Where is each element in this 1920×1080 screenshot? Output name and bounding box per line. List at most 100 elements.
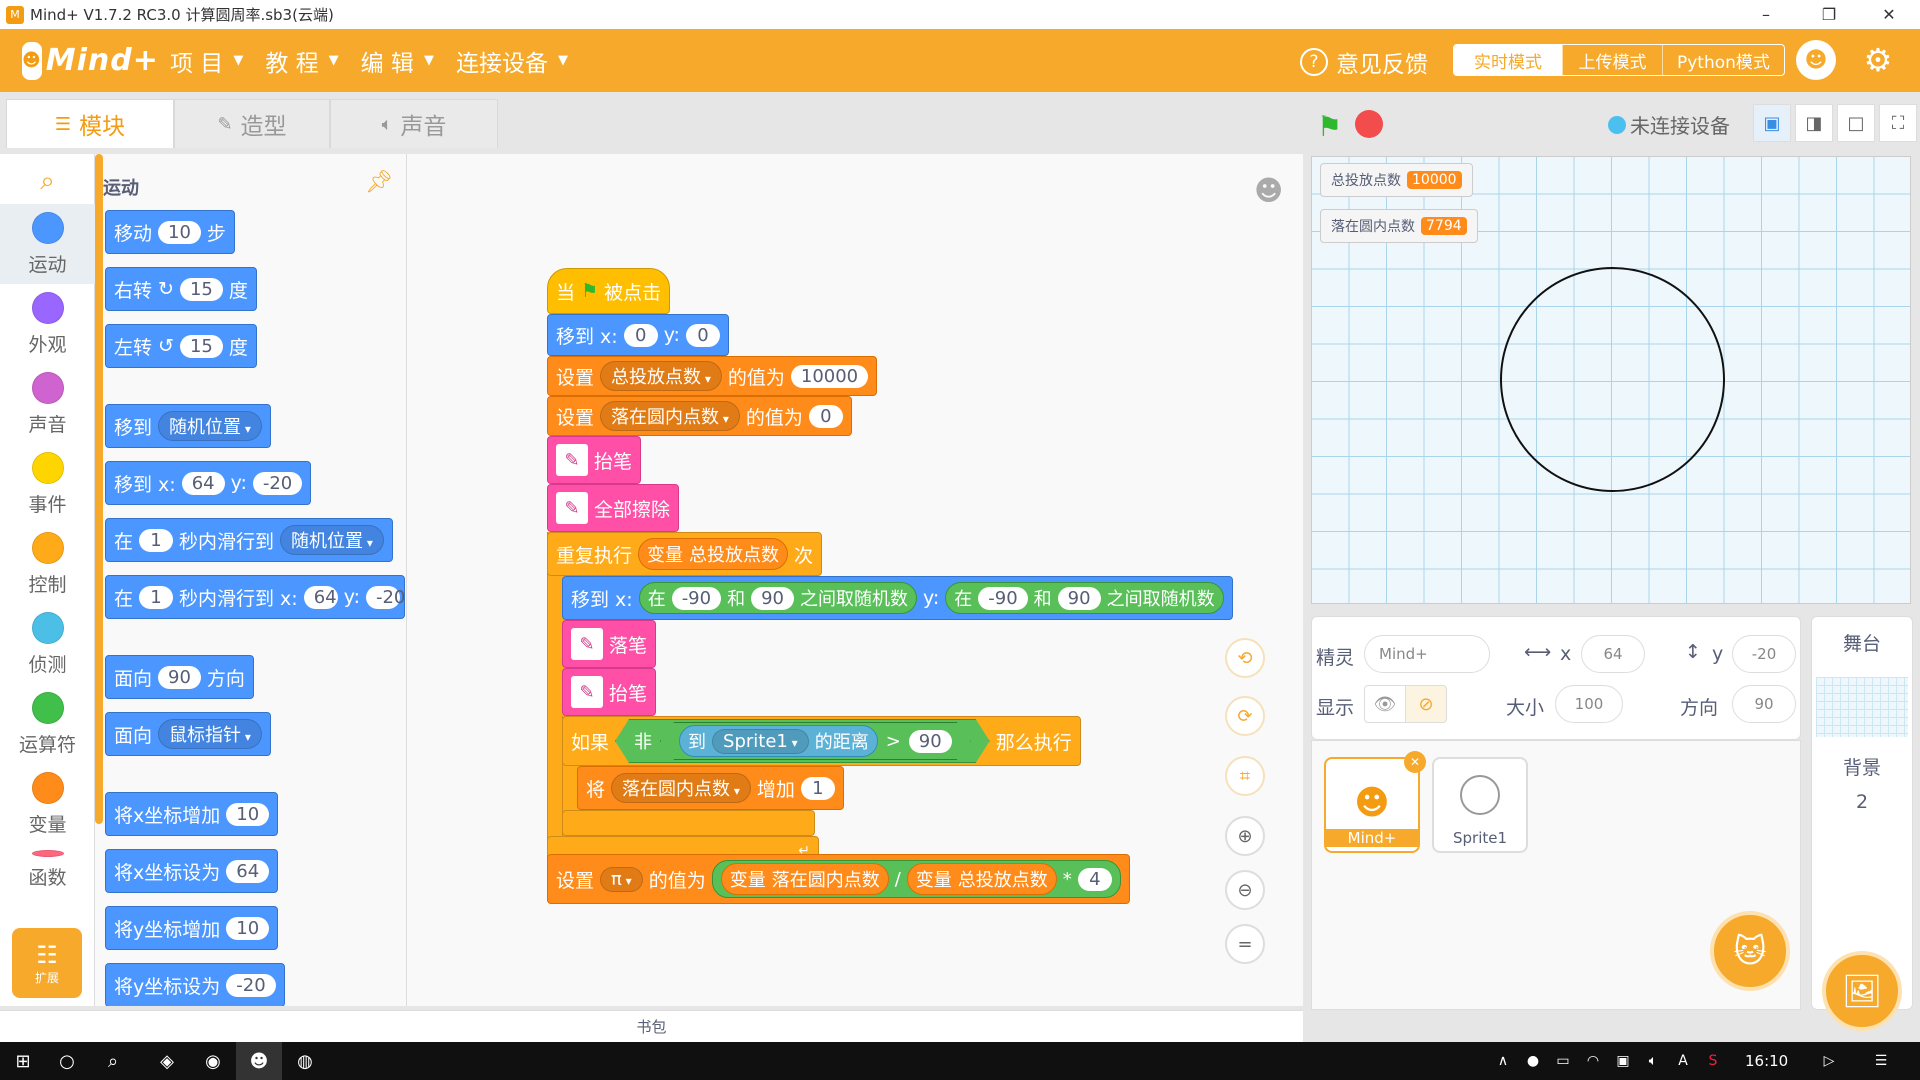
show-eye-icon[interactable]: 👁︎ xyxy=(1364,685,1406,723)
category-variables[interactable]: 变量 xyxy=(0,764,95,844)
category-dot xyxy=(31,531,64,564)
block-change-x[interactable]: 将x坐标增加 10 xyxy=(105,792,279,836)
add-backdrop-icon[interactable]: 🖼︎ xyxy=(1822,951,1902,1031)
delete-icon[interactable]: ✕ xyxy=(1404,751,1426,773)
block-if[interactable]: 如果非到Sprite1的距离>90那么执行 xyxy=(562,716,1081,766)
block-pen-up[interactable]: ✎ 抬笔 xyxy=(547,436,642,484)
show-desktop-icon[interactable]: ▷ xyxy=(1806,1042,1852,1080)
user-avatar[interactable]: ☻ xyxy=(1796,40,1836,80)
block-point-direction[interactable]: 面向 90 方向 xyxy=(105,655,254,699)
small-stage-layout-icon[interactable]: ▣ xyxy=(1753,104,1791,142)
stage-canvas[interactable]: 总投放点数 10000 落在圆内点数 7794 xyxy=(1311,156,1911,604)
fullscreen-icon[interactable]: ⛶ xyxy=(1879,104,1917,142)
search-icon[interactable]: ⌕ xyxy=(90,1042,136,1080)
palette-section-title: 运动 xyxy=(103,178,139,199)
block-repeat[interactable]: 重复执行 变量 总投放点数次 xyxy=(547,532,823,576)
size-field[interactable]: 100 xyxy=(1555,685,1623,723)
category-functions[interactable]: 函数 xyxy=(0,844,95,890)
category-looks[interactable]: 外观 xyxy=(0,284,95,364)
category-motion[interactable]: 运动 xyxy=(0,204,95,284)
stop-icon[interactable] xyxy=(1355,110,1383,138)
python-mode-button[interactable]: Python模式 xyxy=(1662,45,1784,75)
block-set-y[interactable]: 将y坐标设为 -20 xyxy=(105,963,285,1006)
stage-thumbnail[interactable] xyxy=(1816,677,1908,737)
pin-icon[interactable]: 📌︎ xyxy=(365,170,393,195)
block-pen-down[interactable]: ✎ 落笔 xyxy=(562,620,657,668)
menu-connect-device[interactable]: 连接设备 ▼ xyxy=(456,44,568,78)
tab-sounds[interactable]: 🔈︎ 声音 xyxy=(330,99,498,148)
sogou-icon[interactable]: S xyxy=(1690,1042,1736,1080)
undo-icon[interactable]: ⟲ xyxy=(1225,638,1265,678)
hide-eye-icon[interactable]: ⊘ xyxy=(1405,685,1447,723)
windows-start-icon[interactable]: ⊞ xyxy=(0,1042,46,1080)
direction-field[interactable]: 90 xyxy=(1732,685,1796,723)
crop-icon[interactable]: ⌗ xyxy=(1225,756,1265,796)
block-set-x[interactable]: 将x坐标设为 64 xyxy=(105,849,279,893)
backpack-bar[interactable]: 书包 xyxy=(0,1010,1303,1042)
redo-icon[interactable]: ⟳ xyxy=(1225,696,1265,736)
clock[interactable]: 16:10 xyxy=(1745,1042,1788,1080)
sprite-tile[interactable]: Sprite1 xyxy=(1432,757,1528,853)
green-flag-icon[interactable]: ⚑ xyxy=(1317,110,1345,143)
normal-stage-layout-icon[interactable]: ◨ xyxy=(1795,104,1833,142)
category-events[interactable]: 事件 xyxy=(0,444,95,524)
feedback-button[interactable]: ? 意见反馈 xyxy=(1300,45,1428,79)
search-icon[interactable]: ⌕ xyxy=(0,158,95,204)
category-operators[interactable]: 运算符 xyxy=(0,684,95,764)
menu-tutorial[interactable]: 教 程 ▼ xyxy=(265,44,338,78)
block-point-towards[interactable]: 面向 鼠标指针 xyxy=(105,712,271,756)
close-button[interactable]: ✕ xyxy=(1866,0,1912,29)
block-goto-random-xy[interactable]: 移到 x: 在 -90 和 90 之间取随机数 y: 在 -90 和 90 之间取随机数 xyxy=(562,576,1233,620)
block-turn-left[interactable]: 左转 ↺ 15 度 xyxy=(105,324,257,368)
script-workspace[interactable]: ☻ 当⚑被点击 移到 x:0y:0 设置总投放点数的值为10000 设置落在圆内… xyxy=(407,154,1303,1006)
block-glide[interactable]: 在 1 秒内滑行到 随机位置 xyxy=(105,518,393,562)
block-set-pi[interactable]: 设置π的值为变量落在圆内点数/变量总投放点数*4 xyxy=(547,854,1130,904)
sprite-mascot-icon: ☻ xyxy=(1254,174,1284,207)
notifications-icon[interactable]: ☰ xyxy=(1858,1042,1904,1080)
block-change-y[interactable]: 将y坐标增加 10 xyxy=(105,906,279,950)
app-taskbar-icon[interactable]: ◈ xyxy=(144,1042,190,1080)
gear-icon[interactable]: ⚙ xyxy=(1858,40,1898,80)
app-icon: M xyxy=(6,5,24,24)
block-clear[interactable]: ✎ 全部擦除 xyxy=(547,484,680,532)
block-goto[interactable]: 移到 随机位置 xyxy=(105,404,271,448)
tab-blocks[interactable]: ☰ 模块 xyxy=(6,99,174,148)
category-sound[interactable]: 声音 xyxy=(0,364,95,444)
mindplus-taskbar-icon[interactable]: ☻ xyxy=(236,1042,282,1080)
chrome-icon[interactable]: ◉ xyxy=(190,1042,236,1080)
block-set-variable[interactable]: 设置落在圆内点数的值为0 xyxy=(547,396,852,436)
add-sprite-icon[interactable]: 🐱︎ xyxy=(1710,911,1790,991)
sprite-name-field[interactable]: Mind+ xyxy=(1364,635,1490,673)
menu-project[interactable]: 项 目 ▼ xyxy=(170,44,243,78)
minimize-button[interactable]: – xyxy=(1743,0,1789,29)
block-glide-xy[interactable]: 在 1 秒内滑行到 x: 64 y: -20 xyxy=(105,575,405,619)
block-move-steps[interactable]: 移动 10 步 xyxy=(105,210,235,254)
block-goto-xy[interactable]: 移到 x: 64 y: -20 xyxy=(105,461,312,505)
browser-icon[interactable]: ◍ xyxy=(282,1042,328,1080)
sprite-tile[interactable]: ✕ ☻ Mind+ xyxy=(1324,751,1426,853)
x-field[interactable]: 64 xyxy=(1581,635,1645,673)
block-set-variable[interactable]: 设置总投放点数的值为10000 xyxy=(547,356,878,396)
block-when-flag-clicked[interactable]: 当 ⚑ 被点击 xyxy=(547,268,671,314)
block-turn-right[interactable]: 右转 ↻ 15 度 xyxy=(105,267,257,311)
upload-mode-button[interactable]: 上传模式 xyxy=(1562,45,1662,75)
y-field[interactable]: -20 xyxy=(1732,635,1796,673)
cortana-icon[interactable]: ○ xyxy=(44,1042,90,1080)
restore-button[interactable]: ❐ xyxy=(1806,0,1852,29)
palette-scrollbar[interactable] xyxy=(95,154,103,824)
direction-label: 方向 xyxy=(1680,697,1719,719)
block-change-variable[interactable]: 将落在圆内点数增加1 xyxy=(577,766,844,810)
hide-stage-icon[interactable]: □ xyxy=(1837,104,1875,142)
zoom-in-icon[interactable]: ⊕ xyxy=(1225,816,1265,856)
menu-edit[interactable]: 编 辑 ▼ xyxy=(361,44,434,78)
stage-panel[interactable]: 舞台 背景 2 🖼︎ xyxy=(1811,616,1913,1031)
block-goto-xy[interactable]: 移到 x: 0 y: 0 xyxy=(547,314,729,356)
category-sensing[interactable]: 侦测 xyxy=(0,604,95,684)
tab-costumes[interactable]: ✎ 造型 xyxy=(174,99,330,148)
block-pen-up[interactable]: ✎ 抬笔 xyxy=(562,668,657,716)
realtime-mode-button[interactable]: 实时模式 xyxy=(1454,45,1562,75)
zoom-reset-icon[interactable]: = xyxy=(1225,924,1265,964)
extensions-button[interactable]: ☷ 扩展 xyxy=(12,928,82,998)
category-control[interactable]: 控制 xyxy=(0,524,95,604)
zoom-out-icon[interactable]: ⊖ xyxy=(1225,870,1265,910)
